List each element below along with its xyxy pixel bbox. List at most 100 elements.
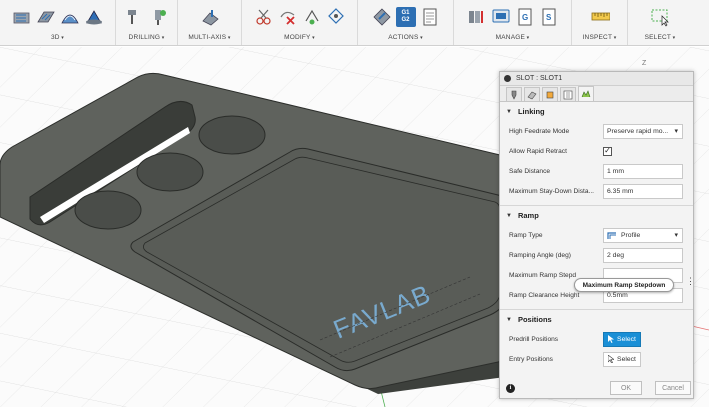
ok-button[interactable]: OK [610, 381, 642, 395]
cut-toolpath-icon[interactable] [254, 7, 274, 27]
safe-distance-label: Safe Distance [509, 167, 551, 175]
section-title-positions: Positions [517, 315, 552, 324]
toolbar-label-select[interactable]: SELECT [645, 34, 676, 41]
drill-icon[interactable] [125, 7, 145, 27]
circle-pocket-3 [74, 190, 142, 230]
window-select-icon[interactable] [650, 7, 670, 27]
collapse-triangle-icon[interactable]: ▼ [506, 213, 512, 219]
ramp-type-select[interactable]: Profile [603, 227, 683, 243]
entry-positions-label: Entry Positions [509, 355, 553, 363]
toolbar-label-3d[interactable]: 3D [51, 34, 64, 41]
steep-shallow-icon[interactable] [60, 7, 80, 27]
passes-tab-icon [563, 90, 573, 99]
section-header-ramp[interactable]: ▼ Ramp [500, 206, 693, 225]
toolpath-select-icon[interactable] [326, 7, 346, 27]
tab-geometry[interactable] [524, 87, 540, 101]
allow-rapid-retract-label: Allow Rapid Retract [509, 147, 567, 155]
row-ramping-angle: Ramping Angle (deg) 2 deg [500, 245, 693, 265]
tab-linking[interactable] [578, 86, 594, 101]
geometry-tab-icon [527, 91, 537, 99]
simulate-icon[interactable] [372, 7, 392, 27]
heights-tab-icon [546, 91, 554, 98]
circle-pocket-1 [198, 115, 266, 155]
scallop-icon[interactable] [84, 7, 104, 27]
predrill-select-button[interactable]: Select [603, 331, 641, 347]
ramping-angle-input[interactable]: 2 deg [603, 247, 683, 263]
high-feedrate-mode-label: High Feedrate Mode [509, 127, 570, 135]
more-options-icon[interactable]: ⋮ [686, 276, 695, 287]
slot-dialog: SLOT : SLOT1 ▼ Linking High Feedrate Mod… [499, 71, 694, 399]
ramp-type-value: Profile [621, 231, 641, 239]
row-high-feedrate-mode: High Feedrate Mode Preserve rapid mo... [500, 121, 693, 141]
delete-toolpath-icon[interactable] [278, 7, 298, 27]
tab-tool[interactable] [506, 87, 522, 101]
tool-library-icon[interactable] [467, 7, 487, 27]
dialog-tabs [500, 86, 693, 102]
section-linking: ▼ Linking High Feedrate Mode Preserve ra… [500, 102, 693, 206]
allow-rapid-retract-checkbox[interactable]: ✓ [603, 146, 612, 156]
tab-passes[interactable] [560, 87, 576, 101]
section-title-ramp: Ramp [517, 211, 539, 220]
profile-ramp-icon [607, 231, 616, 239]
row-max-stay-down: Maximum Stay-Down Dista... 6.35 mm [500, 181, 693, 201]
g2-label: G2 [401, 17, 410, 23]
info-icon[interactable]: i [506, 383, 515, 393]
toolbar-group-multi-axis: MULTI-AXIS [178, 0, 242, 45]
toolbar-group-drilling: DRILLING [116, 0, 178, 45]
row-predrill-positions: Predrill Positions Select [500, 329, 693, 349]
toolbar-label-drilling[interactable]: DRILLING [129, 34, 165, 41]
toolbar-group-modify: MODIFY [242, 0, 358, 45]
collapse-dot-icon[interactable] [504, 75, 511, 82]
adaptive-clearing-icon[interactable] [12, 7, 32, 27]
g1-label: G1 [401, 10, 410, 16]
toolbar-label-inspect[interactable]: INSPECT [583, 34, 617, 41]
toolbar-group-select: SELECT [628, 0, 692, 45]
toolbar-group-inspect: INSPECT [572, 0, 628, 45]
thread-icon[interactable] [149, 7, 169, 27]
svg-text:S: S [546, 13, 552, 22]
toolbar-label-multi-axis[interactable]: MULTI-AXIS [188, 34, 230, 41]
setup-sheet-icon[interactable] [420, 7, 440, 27]
toolbar-group-manage: G S MANAGE [454, 0, 572, 45]
max-stay-down-label: Maximum Stay-Down Dista... [509, 187, 595, 195]
post-library-icon[interactable]: G [515, 7, 535, 27]
circle-pocket-2 [136, 152, 204, 192]
swarf-icon[interactable] [200, 7, 220, 27]
cursor-arrow-icon [608, 335, 615, 343]
ramp-type-label: Ramp Type [509, 231, 543, 239]
max-ramp-stepdown-tooltip: Maximum Ramp Stepdown [574, 278, 674, 292]
machine-library-icon[interactable]: S [539, 7, 559, 27]
section-title-linking: Linking [517, 107, 545, 116]
template-library-icon[interactable] [491, 7, 511, 27]
dialog-header[interactable]: SLOT : SLOT1 [500, 72, 693, 86]
high-feedrate-mode-select[interactable]: Preserve rapid mo... [603, 123, 683, 139]
predrill-select-label: Select [617, 335, 636, 343]
row-ramp-type: Ramp Type Profile [500, 225, 693, 245]
toolpath-edit-icon[interactable] [302, 7, 322, 27]
toolbar-label-modify[interactable]: MODIFY [284, 34, 315, 41]
ramp-clearance-label: Ramp Clearance Height [509, 291, 580, 299]
viewcube-z-label[interactable]: Z [642, 60, 646, 67]
toolbar-group-actions: G1 G2 ACTIONS [358, 0, 454, 45]
pocket-clearing-icon[interactable] [36, 7, 56, 27]
entry-select-button[interactable]: Select [603, 351, 641, 367]
section-header-linking[interactable]: ▼ Linking [500, 102, 693, 121]
entry-select-label: Select [617, 355, 636, 363]
toolbar-label-actions[interactable]: ACTIONS [388, 34, 423, 41]
ribbon-toolbar: 3D DRILLING MULTI-AXIS [0, 0, 709, 46]
section-header-positions[interactable]: ▼ Positions [500, 310, 693, 329]
max-stay-down-input[interactable]: 6.35 mm [603, 183, 683, 199]
tool-tab-icon [511, 90, 517, 100]
section-ramp: ▼ Ramp Ramp Type Profile Ramping Angle (… [500, 206, 693, 310]
measure-icon[interactable] [590, 7, 610, 27]
collapse-triangle-icon[interactable]: ▼ [506, 317, 512, 323]
cancel-button[interactable]: Cancel [655, 381, 691, 395]
section-positions: ▼ Positions Predrill Positions Select En… [500, 310, 693, 369]
post-process-icon[interactable]: G1 G2 [395, 7, 416, 27]
collapse-triangle-icon[interactable]: ▼ [506, 109, 512, 115]
svg-text:G: G [522, 13, 528, 22]
tab-heights[interactable] [542, 87, 558, 101]
toolbar-label-manage[interactable]: MANAGE [496, 34, 530, 41]
safe-distance-input[interactable]: 1 mm [603, 163, 683, 179]
ramping-angle-label: Ramping Angle (deg) [509, 251, 571, 259]
